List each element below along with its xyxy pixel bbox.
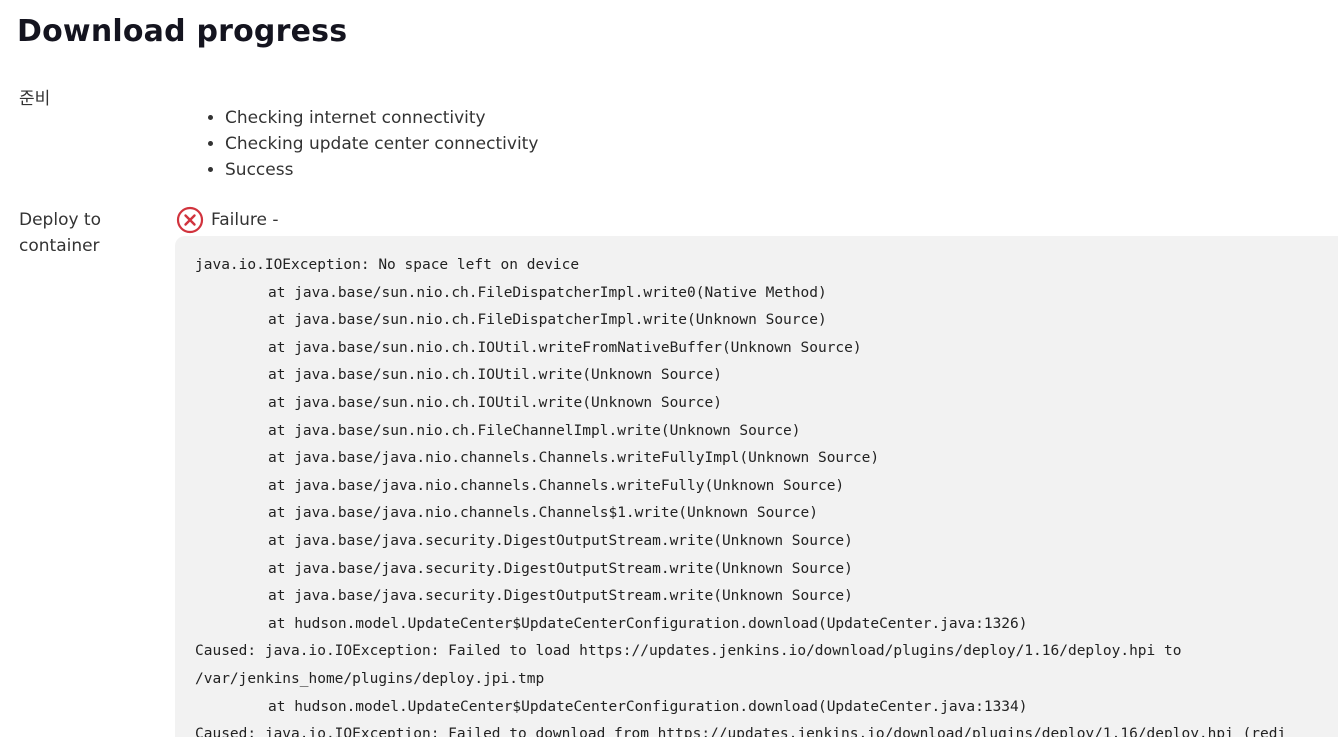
log-line: at hudson.model.UpdateCenter$UpdateCente… <box>268 615 1028 632</box>
log-line: at java.base/sun.nio.ch.FileChannelImpl.… <box>268 422 801 439</box>
log-line: at java.base/sun.nio.ch.IOUtil.write(Unk… <box>268 394 722 411</box>
page-title: Download progress <box>17 14 348 49</box>
error-circle-x-icon <box>176 206 204 234</box>
log-line: at java.base/java.nio.channels.Channels$… <box>268 505 818 522</box>
list-item: Success <box>225 157 538 183</box>
log-line: at java.base/java.security.DigestOutputS… <box>268 532 853 549</box>
log-line: /var/jenkins_home/plugins/deploy.jpi.tmp <box>195 670 545 687</box>
prep-checklist: Checking internet connectivity Checking … <box>205 105 538 183</box>
log-line: at java.base/sun.nio.ch.IOUtil.writeFrom… <box>268 339 862 356</box>
error-log-panel: java.io.IOException: No space left on de… <box>175 236 1338 737</box>
log-line: at java.base/java.security.DigestOutputS… <box>268 560 853 577</box>
log-line: at java.base/sun.nio.ch.FileDispatcherIm… <box>268 284 827 301</box>
log-line: Caused: java.io.IOException: Failed to d… <box>195 726 1287 737</box>
log-line: at java.base/sun.nio.ch.IOUtil.write(Unk… <box>268 367 722 384</box>
list-item: Checking internet connectivity <box>225 105 538 131</box>
log-line: java.io.IOException: No space left on de… <box>195 257 580 273</box>
stack-trace: java.io.IOException: No space left on de… <box>195 252 1286 737</box>
log-line: at java.base/sun.nio.ch.FileDispatcherIm… <box>268 312 827 329</box>
log-line: at java.base/java.security.DigestOutputS… <box>268 588 853 605</box>
deploy-status: Failure - <box>176 206 279 234</box>
deploy-section-label: Deploy to container <box>19 210 101 256</box>
log-line: at java.base/java.nio.channels.Channels.… <box>268 450 880 467</box>
log-line: Caused: java.io.IOException: Failed to l… <box>195 643 1182 660</box>
status-text: Failure - <box>211 210 279 230</box>
prep-section-label: 준비 <box>19 89 51 109</box>
download-progress-page: Download progress 준비 Checking internet c… <box>0 0 1338 737</box>
log-line: at hudson.model.UpdateCenter$UpdateCente… <box>268 698 1028 715</box>
log-line: at java.base/java.nio.channels.Channels.… <box>268 477 845 494</box>
list-item: Checking update center connectivity <box>225 131 538 157</box>
